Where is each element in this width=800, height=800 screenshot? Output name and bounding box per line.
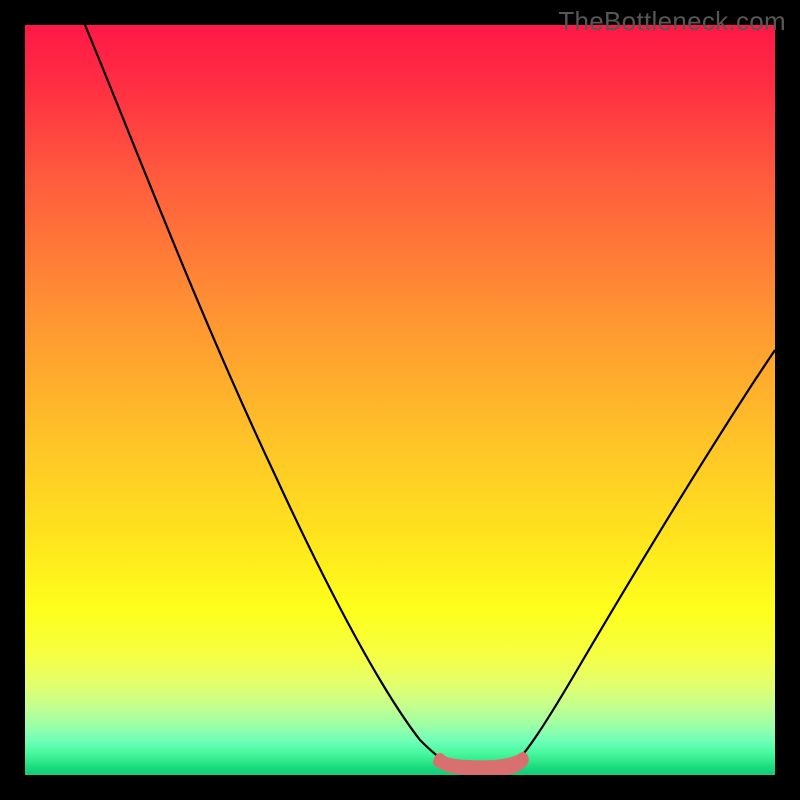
curve-left [85,25,450,765]
curve-overlay [25,25,775,775]
band-dot-left [434,754,444,764]
band-dot-right [517,753,527,763]
bottom-peak-band [438,757,524,771]
curve-right [513,350,775,765]
plot-area [25,25,775,775]
watermark-text: TheBottleneck.com [558,6,786,37]
chart-frame: TheBottleneck.com [0,0,800,800]
